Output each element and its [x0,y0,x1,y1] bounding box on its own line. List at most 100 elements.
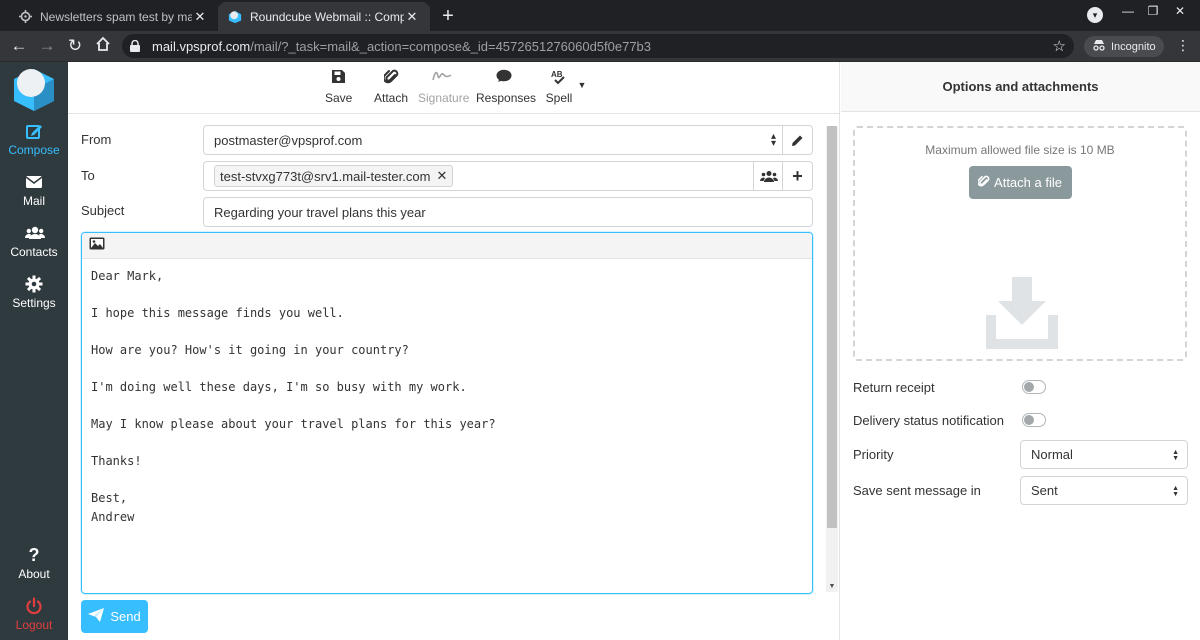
save-sent-label: Save sent message in [853,483,981,498]
spell-language-dropdown[interactable]: ▼ [576,80,588,90]
from-select[interactable]: postmaster@vpsprof.com ▴ ▾ [203,125,813,155]
gear-icon [25,275,43,293]
browser-toolbar: ← → ↻ mail.vpsprof.com/mail/?_task=mail&… [0,31,1200,62]
delivery-status-toggle[interactable] [1022,413,1046,427]
reload-icon[interactable]: ↻ [65,36,85,56]
paper-plane-icon [88,608,105,625]
gear-favicon-icon [18,10,32,24]
priority-select[interactable]: Normal ▲ ▼ [1020,440,1188,469]
lock-icon [130,40,144,52]
attach-file-label: Attach a file [994,175,1062,190]
scroll-down-arrow-icon[interactable]: ▼ [826,583,838,590]
power-icon [25,597,43,615]
close-window-icon[interactable]: ✕ [1170,4,1190,18]
nav-settings[interactable]: Settings [0,275,68,310]
nav-settings-label: Settings [12,296,56,310]
paperclip-icon [977,175,990,191]
nav-compose[interactable]: Compose [0,122,68,157]
subject-input[interactable]: Regarding your travel plans this year [203,197,813,227]
max-file-size-note: Maximum allowed file size is 10 MB [925,143,1115,157]
message-editor[interactable]: Dear Mark, I hope this message finds you… [81,232,813,594]
save-sent-select[interactable]: Sent ▲ ▼ [1020,476,1188,505]
save-sent-value: Sent [1031,483,1058,498]
recipient-chip[interactable]: test-stvxg773t@srv1.mail-tester.com ✕ [214,165,454,187]
nav-about-label: About [18,567,50,581]
contacts-icon [759,170,778,182]
signature-icon [418,69,466,87]
from-label: From [81,132,112,147]
from-value: postmaster@vpsprof.com [214,132,363,148]
close-tab-icon[interactable]: ✕ [192,9,208,25]
incognito-icon [1092,39,1106,54]
edit-identity-button[interactable] [782,126,812,154]
save-label: Save [325,91,353,105]
paperclip-icon [374,69,408,87]
scrollbar-thumb[interactable] [827,126,837,528]
forward-icon[interactable]: → [37,36,57,56]
incognito-indicator[interactable]: Incognito [1084,36,1164,57]
attach-file-button[interactable]: Attach a file [968,166,1072,199]
close-tab-icon[interactable]: ✕ [404,9,420,25]
contacts-icon [24,224,46,242]
delivery-status-label: Delivery status notification [853,413,1005,428]
attachment-dropzone[interactable]: Maximum allowed file size is 10 MB Attac… [853,126,1187,361]
spellcheck-icon: AB [545,69,573,87]
nav-about[interactable]: ? About [0,546,68,581]
return-receipt-toggle[interactable] [1022,380,1046,394]
signature-button[interactable]: Signature [418,69,470,105]
editor-toolbar [82,233,812,259]
options-header: Options and attachments [841,62,1200,112]
nav-logout[interactable]: Logout [0,597,68,632]
sidebar-nav: Compose Mail Contacts Settings ? About L… [0,62,68,640]
to-field[interactable]: test-stvxg773t@srv1.mail-tester.com ✕ + [203,161,813,191]
options-title: Options and attachments [942,79,1099,94]
address-bar[interactable]: mail.vpsprof.com/mail/?_task=mail&_actio… [122,34,1074,58]
home-icon[interactable] [93,36,113,56]
attach-button[interactable]: Attach [374,69,408,105]
subject-value: Regarding your travel plans this year [214,204,426,220]
incognito-label: Incognito [1111,40,1156,53]
image-icon[interactable] [89,237,105,254]
url-path: /mail/?_task=mail&_action=compose&_id=45… [250,38,652,54]
url-host: mail.vpsprof.com [152,38,251,54]
nav-mail-label: Mail [22,194,45,208]
speech-bubble-icon [476,69,532,87]
roundcube-favicon-icon [228,10,242,24]
browser-tab-roundcube[interactable]: Roundcube Webmail :: Compose ✕ [218,2,430,31]
nav-logout-label: Logout [15,618,53,632]
roundcube-logo[interactable] [10,65,58,113]
browser-tab-newsletters[interactable]: Newsletters spam test by mail-te ✕ [8,2,218,31]
nav-mail[interactable]: Mail [0,173,68,208]
tab-search-icon[interactable]: ▾ [1087,7,1103,23]
responses-label: Responses [476,91,537,105]
signature-label: Signature [418,91,470,105]
add-header-button[interactable]: + [782,162,812,190]
spell-button[interactable]: AB Spell [545,69,573,105]
remove-recipient-icon[interactable]: ✕ [436,168,447,184]
address-book-button[interactable] [753,162,783,190]
floppy-disk-icon [325,69,351,87]
download-tray-icon [986,277,1058,354]
svg-text:AB: AB [551,70,563,79]
back-icon[interactable]: ← [9,36,29,56]
subject-label: Subject [81,203,125,218]
send-button[interactable]: Send [81,600,148,633]
responses-button[interactable]: Responses [476,69,536,105]
envelope-icon [25,173,43,191]
compose-panel: Save Attach Signature Responses AB Spell [68,62,840,640]
minimize-window-icon[interactable]: — [1118,4,1138,18]
restore-window-icon[interactable]: ❐ [1143,4,1163,18]
priority-value: Normal [1031,447,1073,462]
new-tab-icon[interactable]: + [438,5,458,28]
select-arrows-icon: ▲ ▼ [1172,449,1179,462]
compose-scrollbar[interactable]: ▼ [826,126,838,592]
save-button[interactable]: Save [325,69,353,105]
select-arrows-icon: ▴ ▾ [770,131,776,149]
attach-label: Attach [374,91,409,105]
options-panel: Options and attachments Maximum allowed … [841,62,1200,640]
compose-toolbar: Save Attach Signature Responses AB Spell [68,62,840,114]
bookmark-star-icon[interactable]: ☆ [1053,37,1066,55]
nav-contacts[interactable]: Contacts [0,224,68,259]
browser-menu-icon[interactable]: ⋮ [1176,37,1190,54]
message-body[interactable]: Dear Mark, I hope this message finds you… [82,259,812,534]
